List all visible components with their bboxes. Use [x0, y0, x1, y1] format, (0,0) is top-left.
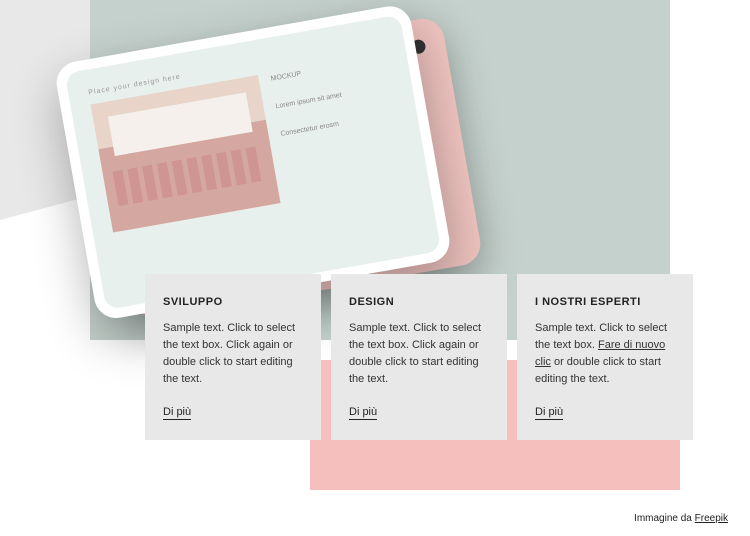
screen-sidebar-text: Lorem ipsum sit amet — [275, 89, 343, 114]
feature-cards: SVILUPPO Sample text. Click to select th… — [145, 274, 693, 440]
screen-sidebar: MOCKUP Lorem ipsum sit amet Consectetur … — [270, 61, 358, 201]
credit-link[interactable]: Freepik — [695, 513, 728, 524]
card-body[interactable]: Sample text. Click to select the text bo… — [349, 320, 489, 388]
screen-sidebar-text: Consectetur erosm — [279, 116, 347, 141]
card-more-link[interactable]: Di più — [535, 406, 563, 420]
card-body[interactable]: Sample text. Click to select the text bo… — [163, 320, 303, 388]
image-credit: Immagine da Freepik — [634, 513, 728, 524]
card-design: DESIGN Sample text. Click to select the … — [331, 274, 507, 440]
card-title[interactable]: SVILUPPO — [163, 296, 303, 308]
tablet-screen: Place your design here MOCKUP Lorem ipsu… — [65, 14, 442, 309]
card-esperti: I NOSTRI ESPERTI Sample text. Click to s… — [517, 274, 693, 440]
credit-prefix: Immagine da — [634, 513, 695, 524]
card-more-link[interactable]: Di più — [163, 406, 191, 420]
card-sviluppo: SVILUPPO Sample text. Click to select th… — [145, 274, 321, 440]
card-more-link[interactable]: Di più — [349, 406, 377, 420]
card-body-text: or double click to start editing the tex… — [535, 356, 661, 385]
screen-image — [91, 75, 281, 233]
screen-sidebar-heading: MOCKUP — [270, 61, 338, 86]
card-title[interactable]: I NOSTRI ESPERTI — [535, 296, 675, 308]
card-title[interactable]: DESIGN — [349, 296, 489, 308]
card-body[interactable]: Sample text. Click to select the text bo… — [535, 320, 675, 388]
